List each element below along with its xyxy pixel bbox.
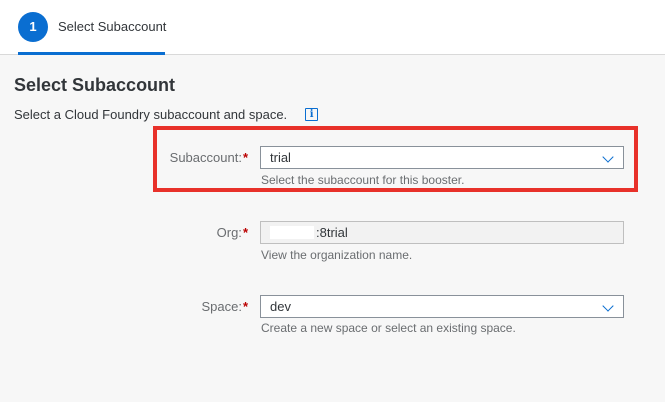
info-icon[interactable]: i: [305, 108, 319, 121]
space-hint: Create a new space or select an existing…: [261, 321, 516, 335]
chevron-down-icon[interactable]: [602, 151, 614, 163]
subaccount-hint: Select the subaccount for this booster.: [261, 173, 465, 187]
active-step-indicator: [18, 52, 165, 55]
org-hint: View the organization name.: [261, 248, 413, 262]
wizard-step-1[interactable]: 1 Select Subaccount: [18, 11, 166, 42]
page-description-text: Select a Cloud Foundry subaccount and sp…: [14, 107, 288, 122]
space-select[interactable]: dev: [260, 295, 624, 318]
required-marker: *: [242, 225, 248, 240]
page-title: Select Subaccount: [14, 75, 176, 95]
space-label: Space:*: [201, 299, 248, 314]
subaccount-select[interactable]: trial: [260, 146, 624, 169]
org-field: :8trial: [260, 221, 624, 244]
space-label-text: Space:: [201, 299, 242, 314]
required-marker: *: [242, 299, 248, 314]
wizard-header: 1 Select Subaccount: [0, 0, 665, 55]
org-value: :8trial: [316, 225, 348, 240]
step-label[interactable]: Select Subaccount: [58, 19, 166, 34]
chevron-down-icon[interactable]: [602, 300, 614, 312]
subaccount-label-text: Subaccount:: [169, 150, 242, 165]
step-number-badge[interactable]: 1: [18, 11, 48, 42]
subaccount-label: Subaccount:*: [170, 150, 248, 165]
org-label: Org:*: [217, 225, 248, 240]
org-label-text: Org:: [216, 225, 242, 240]
page-description: Select a Cloud Foundry subaccount and sp…: [14, 107, 319, 122]
subaccount-value: trial: [270, 150, 291, 165]
space-value: dev: [270, 299, 291, 314]
required-marker: *: [242, 150, 248, 165]
redacted-region: [270, 226, 314, 239]
